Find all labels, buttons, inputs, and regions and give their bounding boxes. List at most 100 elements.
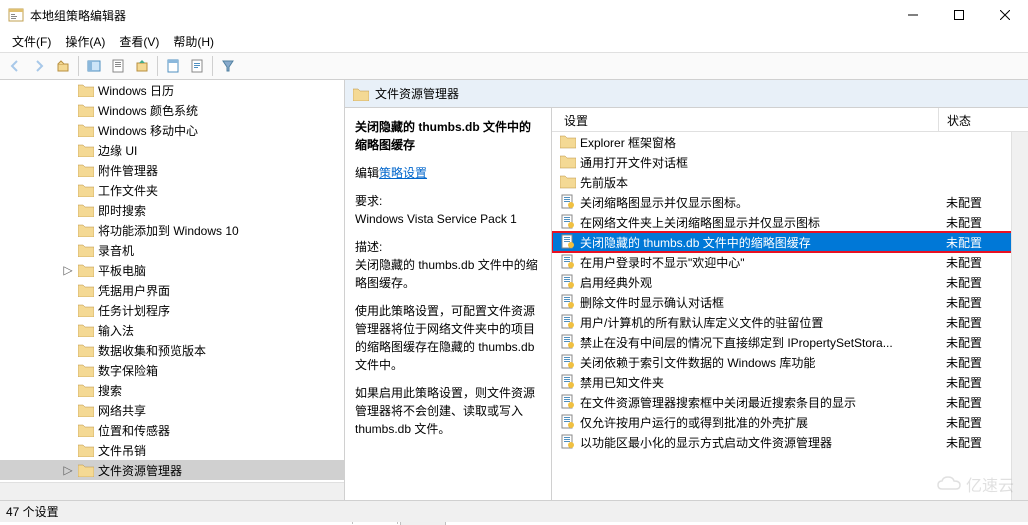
tree-item[interactable]: 附件管理器 bbox=[0, 160, 344, 180]
policy-icon bbox=[560, 294, 576, 310]
tree-item[interactable]: 工作文件夹 bbox=[0, 180, 344, 200]
up-button[interactable] bbox=[52, 55, 74, 77]
tree-item[interactable]: ▷ 平板电脑 bbox=[0, 260, 344, 280]
setting-row[interactable]: 删除文件时显示确认对话框未配置 bbox=[552, 292, 1028, 312]
tree-item[interactable]: Windows 颜色系统 bbox=[0, 100, 344, 120]
tree-item[interactable]: 搜索 bbox=[0, 380, 344, 400]
tree-item[interactable]: 将功能添加到 Windows 10 bbox=[0, 220, 344, 240]
titlebar: 本地组策略编辑器 bbox=[0, 0, 1028, 30]
back-button[interactable] bbox=[4, 55, 26, 77]
close-button[interactable] bbox=[982, 0, 1028, 30]
tree-item-label: 位置和传感器 bbox=[98, 422, 170, 439]
menubar: 文件(F) 操作(A) 查看(V) 帮助(H) bbox=[0, 30, 1028, 52]
tree-item[interactable]: 录音机 bbox=[0, 240, 344, 260]
export-button[interactable] bbox=[131, 55, 153, 77]
menu-file[interactable]: 文件(F) bbox=[6, 31, 57, 52]
setting-row[interactable]: 通用打开文件对话框 bbox=[552, 152, 1028, 172]
properties-button[interactable] bbox=[107, 55, 129, 77]
setting-row[interactable]: 禁止在没有中间层的情况下直接绑定到 IPropertySetStora...未配… bbox=[552, 332, 1028, 352]
setting-row[interactable]: 仅允许按用户运行的或得到批准的外壳扩展未配置 bbox=[552, 412, 1028, 432]
policy-icon bbox=[560, 314, 576, 330]
content-header: 文件资源管理器 bbox=[345, 80, 1028, 108]
tree-scroll[interactable]: Windows 日历 Windows 颜色系统Windows 移动中心边缘 UI附… bbox=[0, 80, 344, 482]
setting-row[interactable]: 禁用已知文件夹未配置 bbox=[552, 372, 1028, 392]
tree-item[interactable]: 任务计划程序 bbox=[0, 300, 344, 320]
setting-row[interactable]: 关闭依赖于索引文件数据的 Windows 库功能未配置 bbox=[552, 352, 1028, 372]
tree-item-label: Windows 颜色系统 bbox=[98, 102, 198, 119]
policy-icon bbox=[560, 254, 576, 270]
settings-panel: 设置 状态 Explorer 框架窗格通用打开文件对话框先前版本关闭缩略图显示并… bbox=[552, 108, 1028, 500]
column-setting[interactable]: 设置 bbox=[552, 108, 938, 131]
setting-row[interactable]: 关闭隐藏的 thumbs.db 文件中的缩略图缓存未配置 bbox=[552, 232, 1028, 252]
tree-item-label: 平板电脑 bbox=[98, 262, 146, 279]
cloud-icon bbox=[936, 475, 962, 493]
description-value: 关闭隐藏的 thumbs.db 文件中的缩略图缓存。 bbox=[355, 256, 541, 292]
tree-item-label: 即时搜索 bbox=[98, 202, 146, 219]
tree-item[interactable]: 位置和传感器 bbox=[0, 420, 344, 440]
policy-icon bbox=[560, 214, 576, 230]
policy-icon bbox=[560, 274, 576, 290]
tree-item-label: 任务计划程序 bbox=[98, 302, 170, 319]
maximize-button[interactable] bbox=[936, 0, 982, 30]
help-button[interactable] bbox=[186, 55, 208, 77]
tree-item-label: 工作文件夹 bbox=[98, 182, 158, 199]
expand-icon[interactable]: ▷ bbox=[62, 263, 74, 277]
setting-row[interactable]: 启用经典外观未配置 bbox=[552, 272, 1028, 292]
setting-row[interactable]: 先前版本 bbox=[552, 172, 1028, 192]
column-state[interactable]: 状态 bbox=[938, 108, 1028, 131]
menu-help[interactable]: 帮助(H) bbox=[167, 31, 220, 52]
settings-list[interactable]: Explorer 框架窗格通用打开文件对话框先前版本关闭缩略图显示并仅显示图标。… bbox=[552, 132, 1028, 500]
edit-label: 编辑 bbox=[355, 166, 379, 180]
menu-view[interactable]: 查看(V) bbox=[113, 31, 165, 52]
show-hide-tree-button[interactable] bbox=[83, 55, 105, 77]
tree-item[interactable]: 边缘 UI bbox=[0, 140, 344, 160]
refresh-button[interactable] bbox=[162, 55, 184, 77]
setting-row[interactable]: 在用户登录时不显示"欢迎中心"未配置 bbox=[552, 252, 1028, 272]
tree-item[interactable]: 即时搜索 bbox=[0, 200, 344, 220]
tree-item[interactable]: 文件吊销 bbox=[0, 440, 344, 460]
setting-name: 通用打开文件对话框 bbox=[580, 154, 938, 171]
tree-item-label: 录音机 bbox=[98, 242, 134, 259]
settings-vertical-scrollbar[interactable] bbox=[1011, 132, 1028, 500]
expand-icon[interactable]: ▷ bbox=[62, 463, 74, 477]
description-para1: 使用此策略设置，可配置文件资源管理器将位于网络文件夹中的项目的缩略图缓存在隐藏的… bbox=[355, 302, 541, 374]
filter-button[interactable] bbox=[217, 55, 239, 77]
tree-item[interactable]: 凭据用户界面 bbox=[0, 280, 344, 300]
policy-icon bbox=[560, 354, 576, 370]
description-panel: 关闭隐藏的 thumbs.db 文件中的缩略图缓存 编辑策略设置 要求: Win… bbox=[345, 108, 552, 500]
setting-row[interactable]: Explorer 框架窗格 bbox=[552, 132, 1028, 152]
setting-name: 禁用已知文件夹 bbox=[580, 374, 938, 391]
setting-name: 关闭依赖于索引文件数据的 Windows 库功能 bbox=[580, 354, 938, 371]
setting-row[interactable]: 关闭缩略图显示并仅显示图标。未配置 bbox=[552, 192, 1028, 212]
tree-item-label: 搜索 bbox=[98, 382, 122, 399]
setting-row[interactable]: 用户/计算机的所有默认库定义文件的驻留位置未配置 bbox=[552, 312, 1028, 332]
setting-name: 以功能区最小化的显示方式启动文件资源管理器 bbox=[580, 434, 938, 451]
policy-icon bbox=[560, 434, 576, 450]
tree-item[interactable]: 输入法 bbox=[0, 320, 344, 340]
minimize-button[interactable] bbox=[890, 0, 936, 30]
tree-item[interactable]: 数字保险箱 bbox=[0, 360, 344, 380]
content-title: 文件资源管理器 bbox=[375, 85, 459, 102]
tree-item-label: 输入法 bbox=[98, 322, 134, 339]
folder-icon bbox=[353, 87, 369, 101]
forward-button[interactable] bbox=[28, 55, 50, 77]
setting-row[interactable]: 以功能区最小化的显示方式启动文件资源管理器未配置 bbox=[552, 432, 1028, 452]
setting-name: 在网络文件夹上关闭缩略图显示并仅显示图标 bbox=[580, 214, 938, 231]
tree-item[interactable]: Windows 日历 bbox=[0, 80, 344, 100]
status-count: 47 个设置 bbox=[6, 503, 59, 520]
policy-icon bbox=[560, 334, 576, 350]
tree-item[interactable]: Windows 移动中心 bbox=[0, 120, 344, 140]
menu-action[interactable]: 操作(A) bbox=[59, 31, 111, 52]
tree-item[interactable]: 网络共享 bbox=[0, 400, 344, 420]
setting-row[interactable]: 在文件资源管理器搜索框中关闭最近搜索条目的显示未配置 bbox=[552, 392, 1028, 412]
tree-item-label: 数字保险箱 bbox=[98, 362, 158, 379]
edit-policy-link[interactable]: 策略设置 bbox=[379, 166, 427, 180]
setting-row[interactable]: 在网络文件夹上关闭缩略图显示并仅显示图标未配置 bbox=[552, 212, 1028, 232]
tree-item[interactable]: 数据收集和预览版本 bbox=[0, 340, 344, 360]
setting-name: 关闭隐藏的 thumbs.db 文件中的缩略图缓存 bbox=[580, 234, 938, 251]
tree-item-label: 将功能添加到 Windows 10 bbox=[98, 222, 239, 239]
tree-item[interactable]: ▷文件资源管理器 bbox=[0, 460, 344, 480]
tree-horizontal-scrollbar[interactable] bbox=[0, 482, 344, 500]
tree-item-label: 网络共享 bbox=[98, 402, 146, 419]
policy-icon bbox=[560, 414, 576, 430]
